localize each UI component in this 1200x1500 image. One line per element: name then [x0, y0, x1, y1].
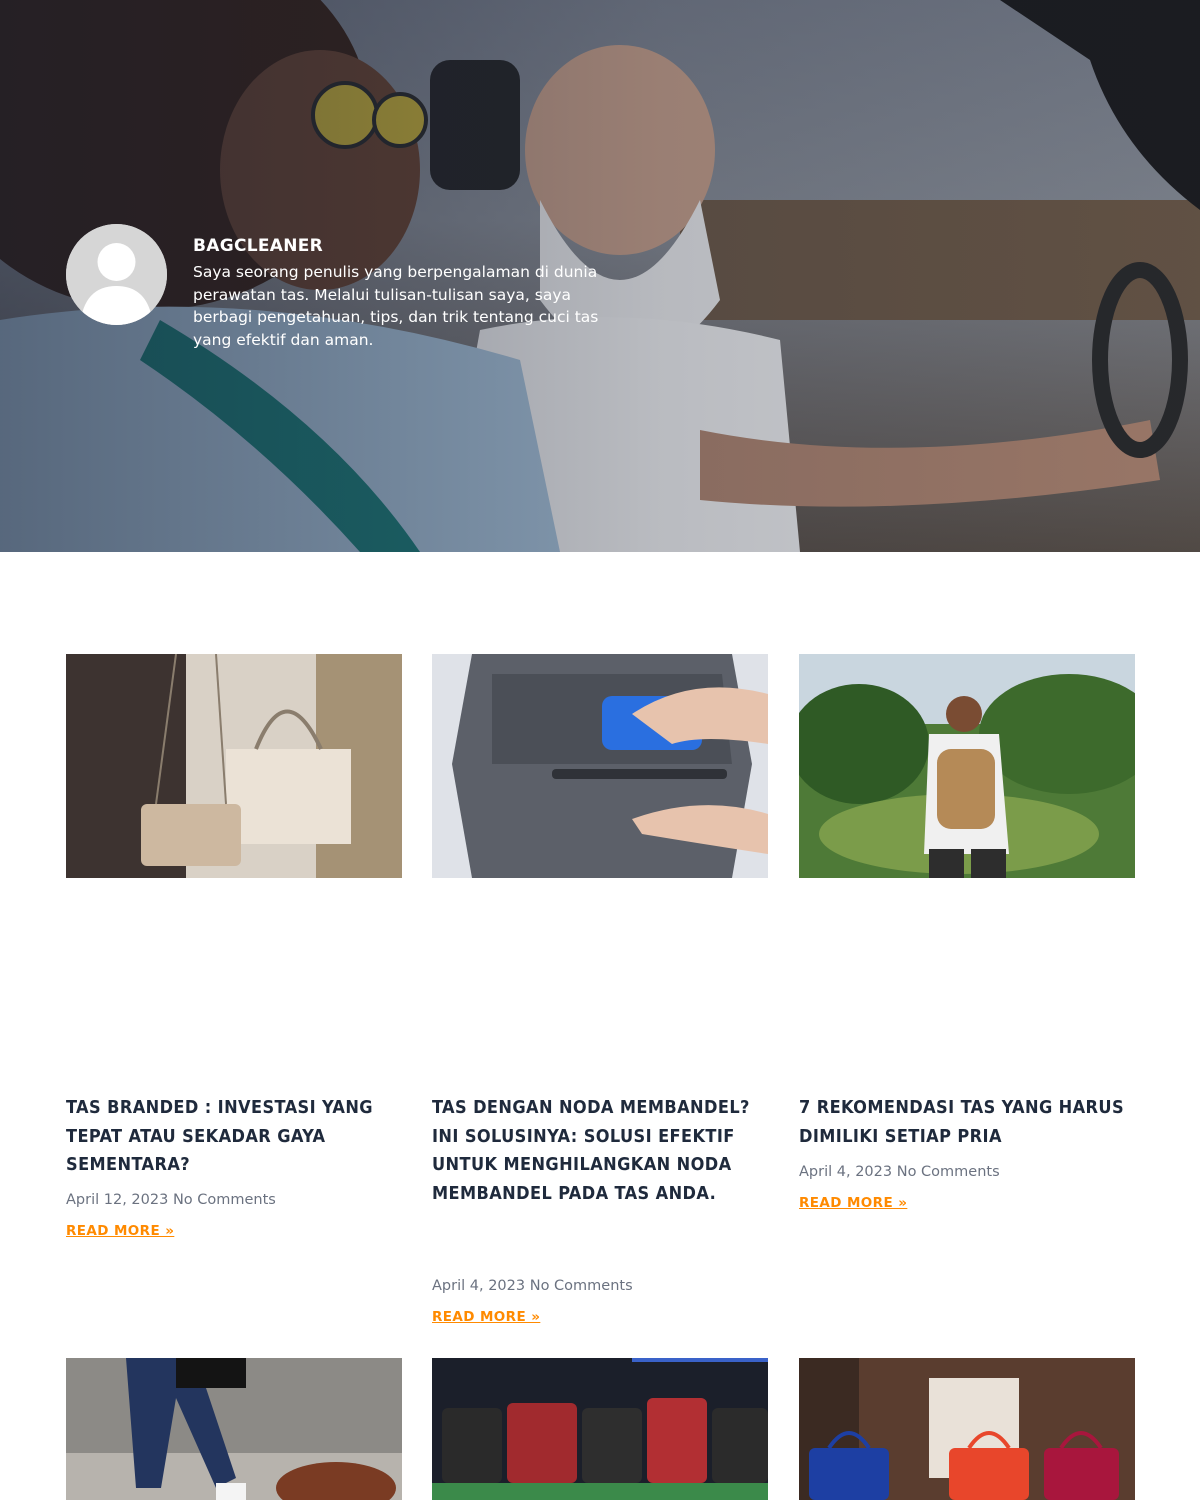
author-avatar — [66, 224, 167, 325]
post-thumbnail — [66, 1358, 402, 1500]
post-thumbnail — [799, 1358, 1135, 1500]
post-title[interactable]: 7 REKOMENDASI TAS YANG HARUS DIMILIKI SE… — [799, 1094, 1135, 1151]
post-card — [432, 1358, 768, 1500]
post-thumbnail — [432, 654, 768, 878]
post-thumbnail — [799, 654, 1135, 878]
post-date: April 4, 2023 — [799, 1164, 893, 1180]
post-card: TAS DENGAN NODA MEMBANDEL? INI SOLUSINYA… — [432, 654, 768, 1334]
post-thumbnail-link[interactable] — [432, 654, 768, 878]
author-bio: Saya seorang penulis yang berpengalaman … — [193, 263, 599, 349]
post-meta: April 12, 2023 No Comments — [66, 1192, 276, 1208]
post-thumbnail-link[interactable] — [66, 1358, 402, 1500]
author-card: BAGCLEANER Saya seorang penulis yang ber… — [66, 224, 626, 354]
post-card: TAS BRANDED : INVESTASI YANG TEPAT ATAU … — [66, 654, 402, 1334]
post-meta: April 4, 2023 No Comments — [799, 1164, 1000, 1180]
post-thumbnail — [432, 1358, 768, 1500]
post-thumbnail-link[interactable] — [799, 654, 1135, 878]
post-card — [66, 1358, 402, 1500]
read-more-link[interactable]: READ MORE » — [66, 1223, 174, 1239]
post-thumbnail-link[interactable] — [432, 1358, 768, 1500]
post-card — [799, 1358, 1135, 1500]
post-thumbnail-link[interactable] — [66, 654, 402, 878]
post-comments: No Comments — [529, 1278, 633, 1294]
post-comments: No Comments — [896, 1164, 1000, 1180]
default-user-icon — [66, 224, 167, 325]
author-name: BAGCLEANER — [193, 236, 324, 256]
post-thumbnail-link[interactable] — [799, 1358, 1135, 1500]
post-title[interactable]: TAS BRANDED : INVESTASI YANG TEPAT ATAU … — [66, 1094, 402, 1180]
post-thumbnail — [66, 654, 402, 878]
post-meta: April 4, 2023 No Comments — [432, 1278, 633, 1294]
post-date: April 4, 2023 — [432, 1278, 526, 1294]
post-card: 7 REKOMENDASI TAS YANG HARUS DIMILIKI SE… — [799, 654, 1135, 1334]
post-title[interactable]: TAS DENGAN NODA MEMBANDEL? INI SOLUSINYA… — [432, 1094, 768, 1208]
read-more-link[interactable]: READ MORE » — [432, 1309, 540, 1325]
post-date: April 12, 2023 — [66, 1192, 169, 1208]
post-comments: No Comments — [172, 1192, 276, 1208]
author-hero: BAGCLEANER Saya seorang penulis yang ber… — [0, 0, 1200, 552]
read-more-link[interactable]: READ MORE » — [799, 1195, 907, 1211]
